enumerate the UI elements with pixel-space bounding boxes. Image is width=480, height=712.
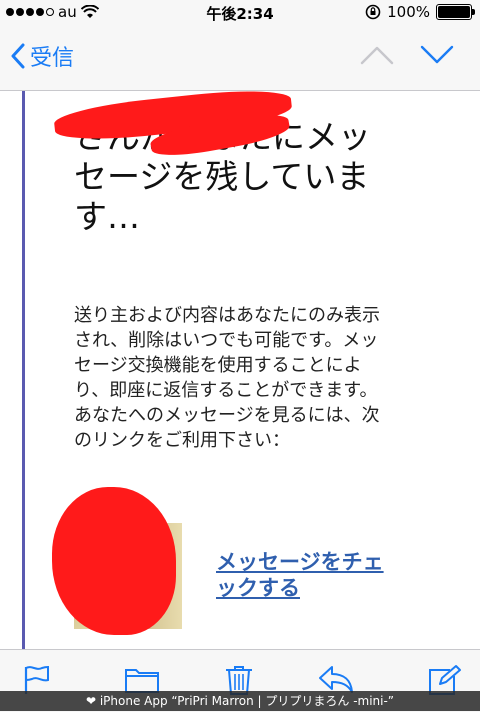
chevron-left-icon xyxy=(11,43,25,69)
message-body: 送り主および内容はあなたにのみ表示され、削除はいつでも可能です。メッセージ交換機… xyxy=(74,305,380,451)
chevron-up-icon xyxy=(360,46,394,65)
battery-percent: 100% xyxy=(387,3,430,21)
status-bar: au 午後2:34 100% xyxy=(0,0,480,24)
message-content: さんがあなたにメッセージを残しています… 送り主および内容はあなたにのみ表示され… xyxy=(0,91,480,649)
navigation-bar: 受信 xyxy=(0,24,480,91)
app-credit-banner: ❤ iPhone App “PriPri Marron | プリプリまろん -m… xyxy=(0,691,480,711)
previous-message-button[interactable] xyxy=(360,44,394,70)
battery-level xyxy=(438,6,470,18)
quote-rule xyxy=(22,91,25,649)
rotation-lock-icon xyxy=(365,4,381,20)
next-message-button[interactable] xyxy=(420,44,454,70)
redaction-mark xyxy=(52,487,176,635)
back-to-inbox-button[interactable]: 受信 xyxy=(10,40,74,72)
app-credit-text: iPhone App “PriPri Marron | プリプリまろん -min… xyxy=(99,694,395,708)
status-right: 100% xyxy=(365,3,475,21)
battery-icon xyxy=(436,4,475,20)
reply-icon xyxy=(319,666,353,693)
back-button-label: 受信 xyxy=(30,46,75,71)
chevron-down-icon xyxy=(420,45,454,64)
check-message-link[interactable]: メッセージをチェックする xyxy=(216,549,386,601)
heart-icon: ❤ xyxy=(85,694,100,708)
folder-icon xyxy=(125,669,159,693)
